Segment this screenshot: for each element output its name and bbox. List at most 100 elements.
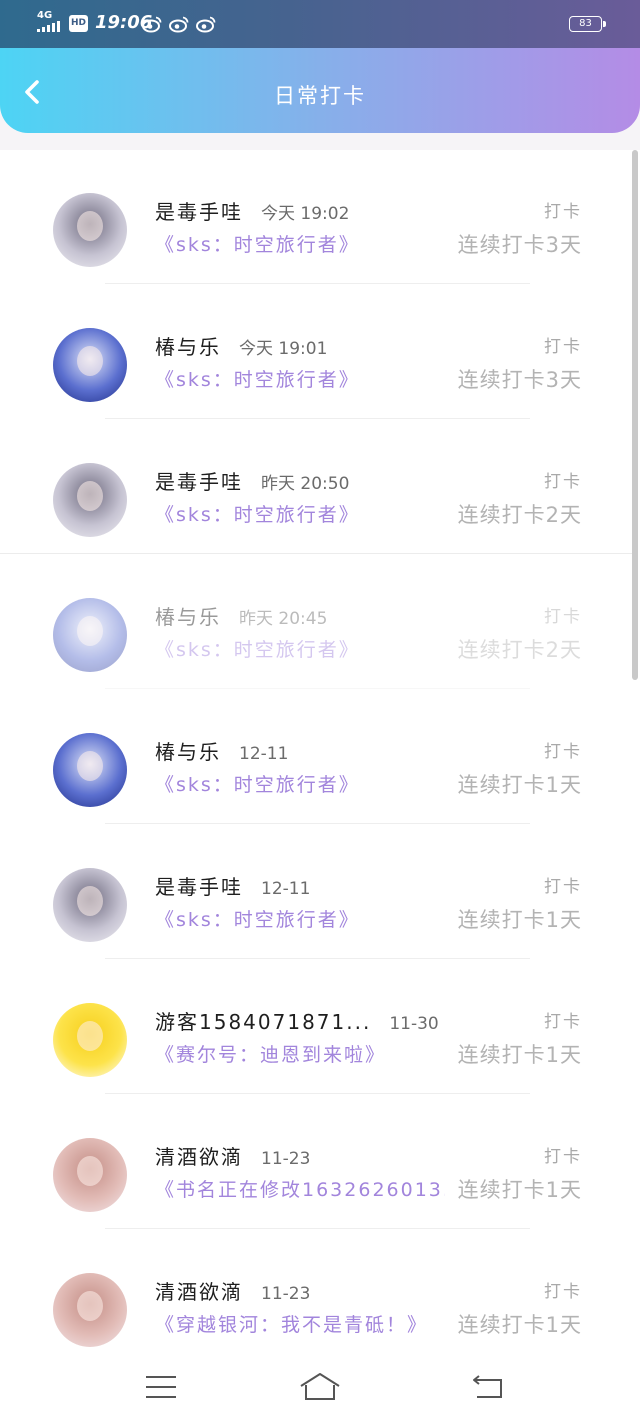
checkin-time: 昨天 20:50	[261, 474, 350, 494]
item-header: 是毒手哇 昨天 20:50	[155, 469, 349, 497]
weibo-icon	[169, 16, 189, 33]
checkin-list-item[interactable]: 椿与乐 12-11 《sks：时空旅行者》 打卡连续打卡1天	[0, 703, 640, 838]
checkin-list-item[interactable]: 清酒欲滴 11-23 《穿越银河：我不是青砥！》 打卡连续打卡1天	[0, 1243, 640, 1352]
battery-level: 83	[579, 18, 592, 29]
checkin-screen: 4G HD 19:06 83 日常打卡 是毒手哇 今天 19:02 《sks：时…	[0, 0, 640, 1422]
avatar[interactable]	[53, 193, 127, 267]
user-name[interactable]: 椿与乐	[155, 739, 221, 765]
weibo-icon	[196, 16, 216, 33]
item-header: 椿与乐 昨天 20:45	[155, 604, 327, 632]
user-name[interactable]: 清酒欲滴	[155, 1144, 243, 1170]
back-nav-button[interactable]	[466, 1364, 510, 1410]
streak-count: 连续打卡3天	[457, 233, 582, 257]
divider	[105, 1093, 530, 1094]
user-name[interactable]: 是毒手哇	[155, 199, 243, 225]
checkin-time: 12-11	[239, 744, 289, 764]
book-title-link[interactable]: 《sks：时空旅行者》	[155, 231, 360, 259]
book-title-link[interactable]: 《赛尔号：迪恩到来啦》	[155, 1041, 386, 1069]
checkin-list-item[interactable]: 椿与乐 昨天 20:45 《sks：时空旅行者》 打卡连续打卡2天	[0, 568, 640, 703]
home-button[interactable]	[297, 1364, 343, 1410]
battery-icon: 83	[569, 16, 602, 32]
avatar[interactable]	[53, 1003, 127, 1077]
divider	[105, 823, 530, 824]
user-name[interactable]: 椿与乐	[155, 334, 221, 360]
item-header: 是毒手哇 今天 19:02	[155, 199, 349, 227]
checkin-list-item[interactable]: 是毒手哇 12-11 《sks：时空旅行者》 打卡连续打卡1天	[0, 838, 640, 973]
user-name[interactable]: 游客1584071871...	[155, 1009, 371, 1035]
checkin-list-item[interactable]: 椿与乐 今天 19:01 《sks：时空旅行者》 打卡连续打卡3天	[0, 298, 640, 433]
avatar[interactable]	[53, 1138, 127, 1212]
item-header: 清酒欲滴 11-23	[155, 1279, 310, 1307]
book-title-link[interactable]: 《sks：时空旅行者》	[155, 771, 360, 799]
menu-icon	[146, 1376, 176, 1398]
checkin-label: 打卡	[544, 1012, 582, 1032]
streak-count: 连续打卡3天	[457, 368, 582, 392]
checkin-label: 打卡	[544, 877, 582, 897]
streak-count: 连续打卡1天	[457, 1313, 582, 1337]
item-header: 清酒欲滴 11-23	[155, 1144, 310, 1172]
user-name[interactable]: 是毒手哇	[155, 469, 243, 495]
avatar[interactable]	[53, 868, 127, 942]
home-icon	[300, 1373, 340, 1400]
avatar[interactable]	[53, 598, 127, 672]
status-bar: 4G HD 19:06 83	[0, 0, 640, 48]
book-title-link[interactable]: 《sks：时空旅行者》	[155, 366, 360, 394]
checkin-list[interactable]: 是毒手哇 今天 19:02 《sks：时空旅行者》 打卡 连续打卡3天 椿与乐 今天 19:…	[0, 150, 640, 1352]
avatar[interactable]	[53, 328, 127, 402]
book-title-link[interactable]: 《sks：时空旅行者》	[155, 906, 360, 934]
checkin-list-item[interactable]: 是毒手哇 今天 19:02 《sks：时空旅行者》 打卡连续打卡3天	[0, 163, 640, 298]
checkin-time: 昨天 20:45	[239, 609, 328, 629]
hd-badge: HD	[69, 15, 88, 32]
user-name[interactable]: 是毒手哇	[155, 874, 243, 900]
book-title-link[interactable]: 《sks：时空旅行者》	[155, 636, 360, 664]
streak-count: 连续打卡1天	[457, 773, 582, 797]
menu-button[interactable]	[138, 1364, 184, 1410]
user-name[interactable]: 椿与乐	[155, 604, 221, 630]
system-nav-bar	[0, 1352, 640, 1422]
divider	[105, 418, 530, 419]
back-icon	[473, 1375, 502, 1398]
divider	[105, 958, 530, 959]
checkin-label: 打卡	[544, 202, 582, 222]
checkin-list-item[interactable]: 是毒手哇 昨天 20:50 《sks：时空旅行者》 打卡连续打卡2天	[0, 433, 640, 568]
item-header: 是毒手哇 12-11	[155, 874, 310, 902]
item-header: 椿与乐 12-11	[155, 739, 288, 767]
divider	[0, 553, 632, 554]
checkin-time: 11-23	[261, 1284, 311, 1304]
streak-count: 连续打卡1天	[457, 908, 582, 932]
avatar[interactable]	[53, 1273, 127, 1347]
checkin-label: 打卡	[544, 607, 582, 627]
item-header: 游客1584071871... 11-30	[155, 1009, 439, 1037]
page-title: 日常打卡	[274, 84, 366, 108]
checkin-time: 今天 19:01	[239, 339, 328, 359]
book-title-link[interactable]: 《书名正在修改1632626013...	[155, 1176, 445, 1204]
checkin-time: 11-30	[389, 1014, 439, 1034]
streak-count: 连续打卡2天	[457, 503, 582, 527]
book-title-link[interactable]: 《sks：时空旅行者》	[155, 501, 360, 529]
checkin-time: 11-23	[261, 1149, 311, 1169]
divider	[105, 688, 530, 689]
scrollbar[interactable]	[632, 150, 638, 680]
checkin-label: 打卡	[544, 337, 582, 357]
checkin-label: 打卡	[544, 1147, 582, 1167]
checkin-label: 打卡	[544, 1282, 582, 1302]
streak-count: 连续打卡1天	[457, 1178, 582, 1202]
app-header: 日常打卡	[0, 48, 640, 133]
checkin-time: 今天 19:02	[261, 204, 350, 224]
avatar[interactable]	[53, 733, 127, 807]
checkin-list-item[interactable]: 清酒欲滴 11-23 《书名正在修改1632626013... 打卡连续打卡1天	[0, 1108, 640, 1243]
checkin-list-item[interactable]: 游客1584071871... 11-30 《赛尔号：迪恩到来啦》 打卡 连续打卡1天	[0, 973, 640, 1108]
checkin-time: 12-11	[261, 879, 311, 899]
user-name[interactable]: 清酒欲滴	[155, 1279, 243, 1305]
book-title-link[interactable]: 《穿越银河：我不是青砥！》	[155, 1311, 428, 1339]
checkin-list-items: 是毒手哇 今天 19:02 《sks：时空旅行者》 打卡 连续打卡3天 椿与乐 今天 19:…	[0, 150, 640, 1352]
streak-count: 连续打卡2天	[457, 638, 582, 662]
divider	[105, 1228, 530, 1229]
avatar[interactable]	[53, 463, 127, 537]
weibo-icon	[142, 16, 162, 33]
battery-nub	[603, 21, 606, 27]
streak-count: 连续打卡1天	[457, 1043, 582, 1067]
checkin-label: 打卡	[544, 742, 582, 762]
checkin-label: 打卡	[544, 472, 582, 492]
network-label: 4G	[37, 10, 53, 21]
